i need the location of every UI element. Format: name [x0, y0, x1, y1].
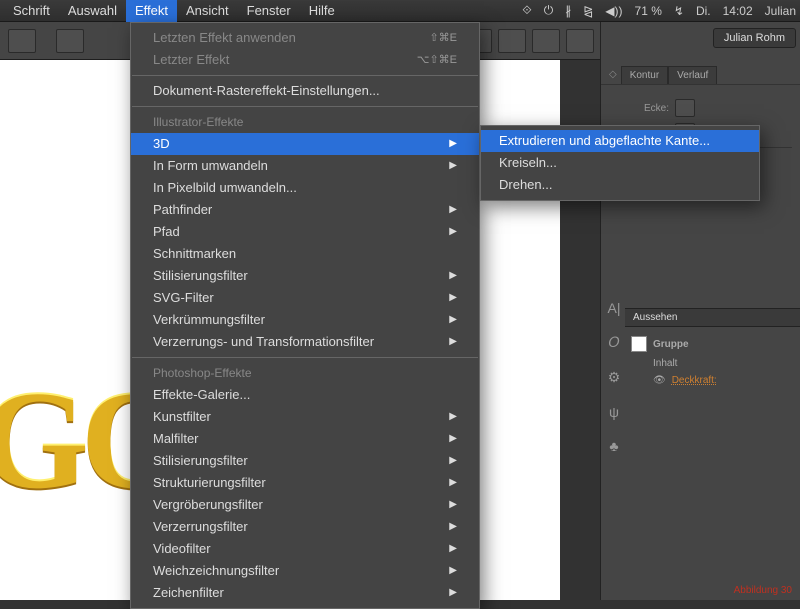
- user-name[interactable]: Julian: [765, 4, 796, 18]
- submenu-item[interactable]: Extrudieren und abgeflachte Kante...: [481, 130, 759, 152]
- menu-item[interactable]: Videofilter▶: [131, 538, 479, 560]
- submenu-arrow-icon: ▶: [449, 333, 457, 351]
- submenu-arrow-icon: ▶: [449, 157, 457, 175]
- user-button[interactable]: Julian Rohm: [713, 28, 796, 48]
- appearance-content[interactable]: Inhalt: [653, 358, 677, 369]
- type-icon[interactable]: A|: [608, 300, 621, 316]
- shape-icon[interactable]: 𝑂: [609, 334, 620, 351]
- menu-item-apply-last: Letzten Effekt anwenden⇧⌘E: [131, 27, 479, 49]
- opacity-link[interactable]: Deckkraft:: [672, 375, 717, 386]
- menu-separator: [132, 357, 478, 358]
- menu-item[interactable]: Stilisierungsfilter▶: [131, 450, 479, 472]
- menubar: Schrift Auswahl Effekt Ansicht Fenster H…: [0, 0, 800, 22]
- wifi-icon[interactable]: ⧎: [583, 4, 593, 18]
- submenu-arrow-icon: ▶: [449, 267, 457, 285]
- connector-icon[interactable]: ψ: [609, 404, 619, 420]
- menu-item[interactable]: Zeichenfilter▶: [131, 582, 479, 604]
- menu-hilfe[interactable]: Hilfe: [300, 0, 344, 22]
- tab-kontur[interactable]: Kontur: [621, 66, 668, 84]
- toolbar-button[interactable]: [8, 29, 36, 53]
- submenu-arrow-icon: ▶: [449, 311, 457, 329]
- menu-item[interactable]: In Pixelbild umwandeln...: [131, 177, 479, 199]
- clock-day: Di.: [696, 4, 711, 18]
- menu-item[interactable]: Strukturierungsfilter▶: [131, 472, 479, 494]
- menu-fenster[interactable]: Fenster: [238, 0, 300, 22]
- submenu-arrow-icon: ▶: [449, 289, 457, 307]
- dropbox-icon[interactable]: ⟐: [522, 3, 531, 18]
- menu-item[interactable]: Pathfinder▶: [131, 199, 479, 221]
- figure-label: Abbildung 30: [734, 585, 792, 596]
- submenu-arrow-icon: ▶: [449, 408, 457, 426]
- align-top-icon[interactable]: [566, 29, 594, 53]
- menu-item[interactable]: Vergröberungsfilter▶: [131, 494, 479, 516]
- menu-item-last-effect: Letzter Effekt⌥⇧⌘E: [131, 49, 479, 71]
- menu-separator: [132, 106, 478, 107]
- align-right-icon[interactable]: [532, 29, 560, 53]
- menu-item-raster-settings[interactable]: Dokument-Rastereffekt-Einstellungen...: [131, 80, 479, 102]
- menu-item[interactable]: Verzerrungs- und Transformationsfilter▶: [131, 331, 479, 353]
- submenu-arrow-icon: ▶: [449, 135, 457, 153]
- appearance-panel: Aussehen Gruppe Inhalt 👁 Deckkraft:: [625, 308, 800, 395]
- menu-auswahl[interactable]: Auswahl: [59, 0, 126, 22]
- eye-icon[interactable]: 👁: [653, 375, 666, 386]
- submenu-arrow-icon: ▶: [449, 223, 457, 241]
- menu-item[interactable]: In Form umwandeln▶: [131, 155, 479, 177]
- submenu-arrow-icon: ▶: [449, 562, 457, 580]
- battery-icon[interactable]: ↯: [674, 4, 684, 18]
- appearance-swatch[interactable]: [631, 336, 647, 352]
- tab-aussehen[interactable]: Aussehen: [625, 309, 800, 327]
- effect-menu: Letzten Effekt anwenden⇧⌘E Letzter Effek…: [130, 22, 480, 609]
- corner-label: Ecke:: [609, 103, 669, 114]
- club-icon[interactable]: ♣: [609, 438, 618, 454]
- menu-section-illustrator: Illustrator-Effekte: [131, 111, 479, 133]
- appearance-group: Gruppe: [653, 339, 689, 350]
- menu-item[interactable]: Verkrümmungsfilter▶: [131, 309, 479, 331]
- menubar-status: ⟐ ⏻ ∦ ⧎ ◀)) 71 % ↯ Di. 14:02 Julian: [522, 3, 796, 18]
- menu-item[interactable]: Schnittmarken: [131, 243, 479, 265]
- bluetooth-icon[interactable]: ∦: [565, 4, 571, 18]
- panel-tabs: ◇ Kontur Verlauf: [601, 66, 800, 85]
- volume-icon[interactable]: ◀)): [605, 4, 622, 18]
- align-center-icon[interactable]: [498, 29, 526, 53]
- menu-item[interactable]: Kunstfilter▶: [131, 406, 479, 428]
- menu-separator: [132, 75, 478, 76]
- submenu-arrow-icon: ▶: [449, 452, 457, 470]
- submenu-arrow-icon: ▶: [449, 201, 457, 219]
- menu-effekt[interactable]: Effekt: [126, 0, 177, 22]
- menu-item[interactable]: Pfad▶: [131, 221, 479, 243]
- submenu-arrow-icon: ▶: [449, 518, 457, 536]
- submenu-arrow-icon: ▶: [449, 584, 457, 602]
- submenu-arrow-icon: ▶: [449, 430, 457, 448]
- menu-item[interactable]: Effekte-Galerie...: [131, 384, 479, 406]
- power-icon[interactable]: ⏻: [544, 3, 554, 18]
- menu-ansicht[interactable]: Ansicht: [177, 0, 238, 22]
- menu-schrift[interactable]: Schrift: [4, 0, 59, 22]
- menu-item[interactable]: Stilisierungsfilter▶: [131, 265, 479, 287]
- panel-icon-strip: A| 𝑂 ⚙ ψ ♣: [603, 300, 625, 454]
- 3d-submenu: Extrudieren und abgeflachte Kante...Krei…: [480, 125, 760, 201]
- submenu-arrow-icon: ▶: [449, 540, 457, 558]
- menu-item[interactable]: 3D▶: [131, 133, 479, 155]
- menu-section-photoshop: Photoshop-Effekte: [131, 362, 479, 384]
- corner-option[interactable]: [675, 99, 695, 117]
- submenu-arrow-icon: ▶: [449, 496, 457, 514]
- toolbar-button[interactable]: [56, 29, 84, 53]
- submenu-item[interactable]: Drehen...: [481, 174, 759, 196]
- clock-time: 14:02: [723, 4, 753, 18]
- menu-item[interactable]: Malfilter▶: [131, 428, 479, 450]
- battery-percent: 71 %: [635, 4, 662, 18]
- menu-item[interactable]: Verzerrungsfilter▶: [131, 516, 479, 538]
- menu-item[interactable]: Weichzeichnungsfilter▶: [131, 560, 479, 582]
- tab-verlauf[interactable]: Verlauf: [668, 66, 717, 84]
- submenu-item[interactable]: Kreiseln...: [481, 152, 759, 174]
- gear-icon[interactable]: ⚙: [608, 369, 621, 386]
- tab-prefix-icon: ◇: [605, 66, 621, 84]
- menu-item[interactable]: SVG-Filter▶: [131, 287, 479, 309]
- submenu-arrow-icon: ▶: [449, 474, 457, 492]
